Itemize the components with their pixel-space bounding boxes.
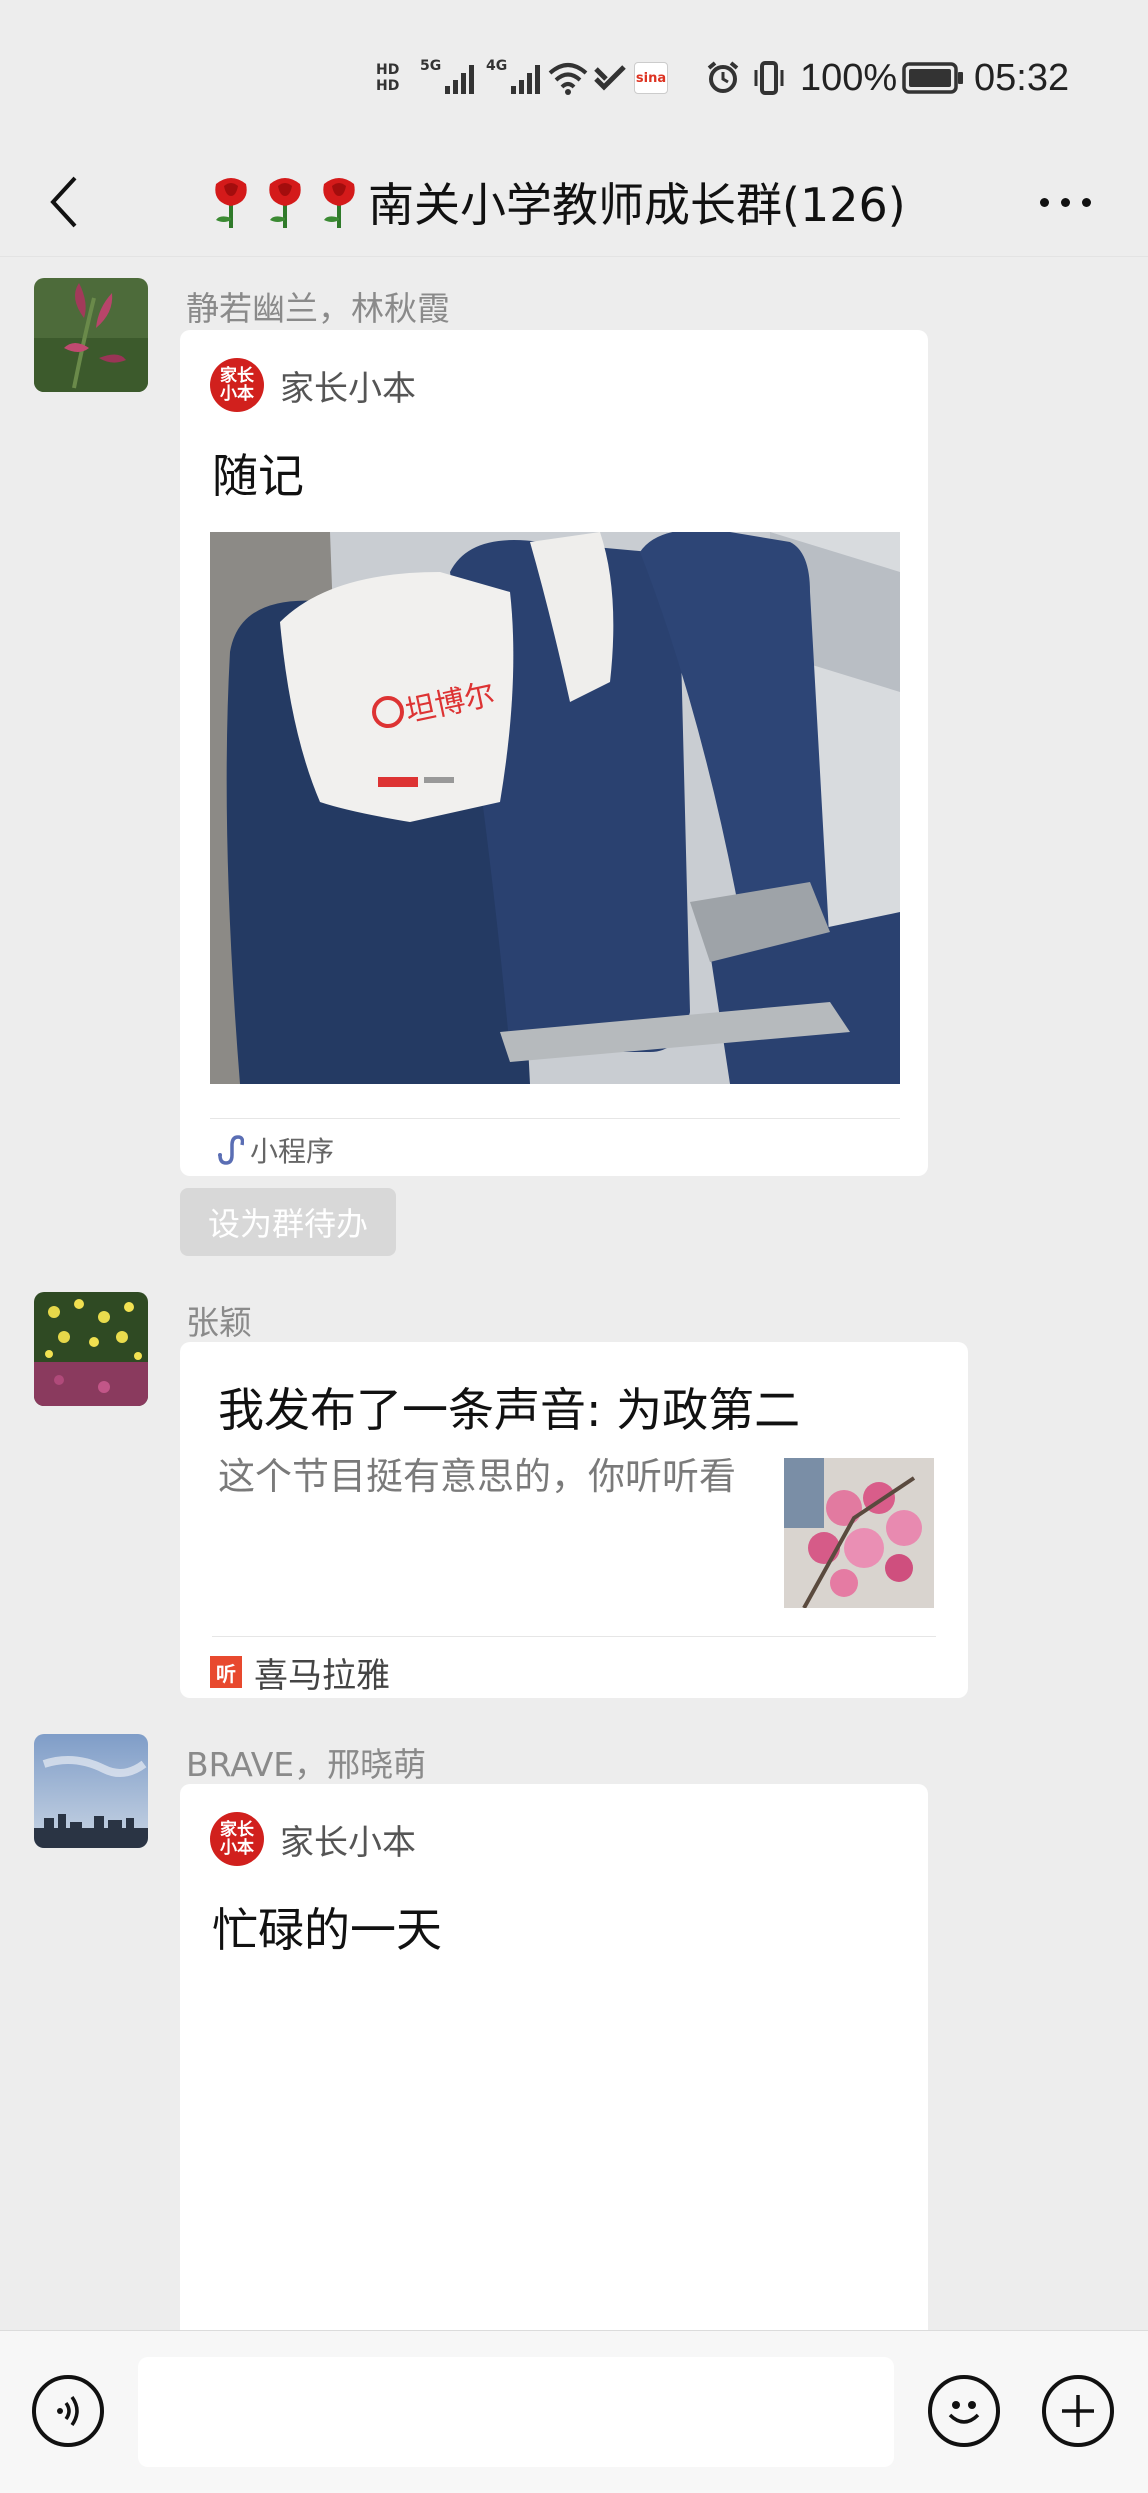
signal-4g-icon: 4G xyxy=(486,48,545,108)
avatar[interactable] xyxy=(34,1734,148,1848)
emoji-icon xyxy=(948,2401,980,2424)
signal-5g-icon: 5G xyxy=(420,48,479,108)
app-logo: 家长小本 xyxy=(210,1812,264,1866)
mini-program-footer: 小程序 xyxy=(214,1130,334,1170)
rose-icon xyxy=(323,178,355,228)
voice-button[interactable] xyxy=(32,2375,104,2447)
source-name: 喜马拉雅 xyxy=(254,1655,390,1696)
audio-share-card[interactable]: 我发布了一条声音: 为政第二 这个节目挺有意思的，你听听看 听 喜马拉雅 xyxy=(180,1342,968,1698)
sina-weibo-icon: sina xyxy=(634,48,668,108)
card-image: 坦博尔 xyxy=(210,532,900,1084)
avatar[interactable] xyxy=(34,1292,148,1406)
mini-program-card[interactable]: 家长小本 家长小本 随记 坦博尔 小程序 xyxy=(180,330,928,1176)
clock: 05:32 xyxy=(974,56,1070,99)
app-name: 家长小本 xyxy=(280,368,416,409)
more-dots-icon xyxy=(1039,197,1091,207)
set-group-todo-button[interactable]: 设为群待办 xyxy=(180,1188,396,1256)
hd-indicator: HD HD xyxy=(376,62,400,94)
card-title: 随记 xyxy=(212,449,304,503)
rose-icon xyxy=(269,178,301,228)
footer-label: 小程序 xyxy=(250,1135,335,1168)
app-name: 家长小本 xyxy=(280,1822,416,1863)
nfc-icon xyxy=(592,48,628,108)
chevron-left-icon xyxy=(50,176,77,228)
voice-icon xyxy=(57,2395,79,2427)
card-title: 忙碌的一天 xyxy=(212,1903,442,1957)
wifi-icon xyxy=(548,48,588,108)
more-button[interactable] xyxy=(1030,172,1100,232)
card-divider xyxy=(212,1636,936,1637)
status-bar: HD HD 5G 4G sina 100% 05:32 xyxy=(0,0,1148,150)
mini-program-brand: 家长小本 家长小本 xyxy=(210,1812,416,1866)
rose-emojis xyxy=(206,174,364,230)
mini-program-brand: 家长小本 家长小本 xyxy=(210,358,416,412)
nav-bar: 南关小学教师成长群(126) xyxy=(0,150,1148,257)
chat-title-text: 南关小学教师成长群(126) xyxy=(368,178,906,232)
battery-percent: 100% xyxy=(800,56,898,99)
mini-program-card[interactable]: 家长小本 家长小本 忙碌的一天 xyxy=(180,1784,928,2330)
card-thumbnail xyxy=(784,1458,934,1608)
sender-name: BRAVE，邢晓萌 xyxy=(186,1745,427,1784)
card-description: 这个节目挺有意思的，你听听看 xyxy=(218,1455,736,1498)
avatar[interactable] xyxy=(34,278,148,392)
mini-program-icon xyxy=(218,1135,244,1165)
card-title: 我发布了一条声音: 为政第二 xyxy=(218,1383,801,1437)
ximalaya-logo-icon: 听 xyxy=(210,1656,242,1688)
rose-icon xyxy=(215,178,247,228)
chat-title: 南关小学教师成长群(126) xyxy=(206,172,906,232)
plus-icon xyxy=(1062,2395,1094,2427)
battery-icon xyxy=(902,48,964,108)
message-input[interactable] xyxy=(138,2357,894,2467)
card-divider xyxy=(210,1118,900,1119)
alarm-icon xyxy=(706,48,740,108)
sender-name: 静若幽兰，林秋霞 xyxy=(186,289,450,328)
emoji-button[interactable] xyxy=(928,2375,1000,2447)
sender-name: 张颖 xyxy=(186,1303,252,1342)
plus-button[interactable] xyxy=(1042,2375,1114,2447)
app-logo: 家长小本 xyxy=(210,358,264,412)
vibrate-icon xyxy=(752,48,786,108)
source-footer: 听 喜马拉雅 xyxy=(210,1646,390,1698)
input-bar xyxy=(0,2330,1148,2493)
back-button[interactable] xyxy=(34,172,94,232)
